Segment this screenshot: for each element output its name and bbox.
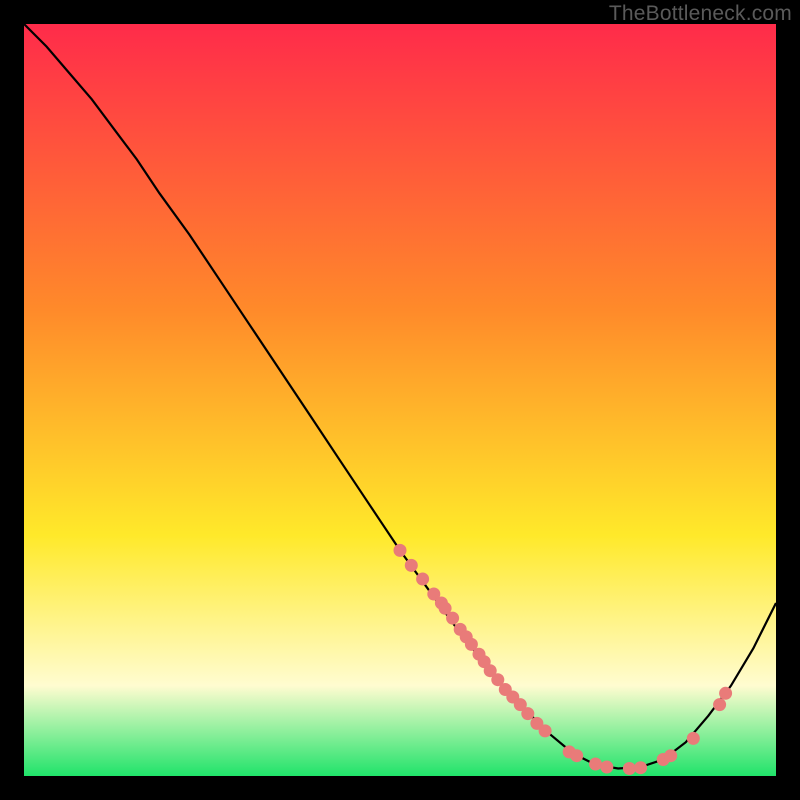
data-point xyxy=(394,544,407,557)
bottleneck-chart xyxy=(24,24,776,776)
watermark-text: TheBottleneck.com xyxy=(609,2,792,26)
data-point xyxy=(687,732,700,745)
data-point xyxy=(719,687,732,700)
gradient-background xyxy=(24,24,776,776)
data-point xyxy=(405,559,418,572)
data-point xyxy=(600,761,613,774)
chart-frame xyxy=(24,24,776,776)
data-point xyxy=(539,724,552,737)
data-point xyxy=(664,749,677,762)
data-point xyxy=(634,761,647,774)
data-point xyxy=(623,762,636,775)
data-point xyxy=(589,758,602,771)
data-point xyxy=(713,698,726,711)
data-point xyxy=(521,707,534,720)
data-point xyxy=(570,749,583,762)
data-point xyxy=(446,612,459,625)
data-point xyxy=(416,573,429,586)
